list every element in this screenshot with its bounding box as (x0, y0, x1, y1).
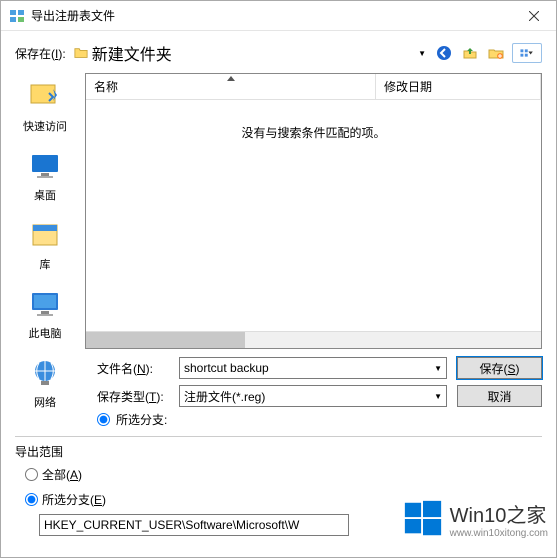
watermark-url: www.win10xitong.com (450, 528, 548, 539)
new-folder-icon (488, 45, 504, 61)
watermark: Win10之家 www.win10xitong.com (402, 498, 548, 540)
folder-icon (74, 46, 88, 60)
regedit-icon (9, 8, 25, 24)
close-button[interactable] (511, 1, 556, 31)
new-folder-button[interactable] (486, 43, 506, 63)
filename-input[interactable]: shortcut backup ▼ (179, 357, 447, 379)
network-icon (27, 355, 63, 391)
back-icon (436, 45, 452, 61)
sidebar-item-label: 网络 (34, 394, 56, 410)
export-scope-legend: 导出范围 (15, 443, 542, 460)
cancel-button[interactable]: 取消 (457, 385, 542, 407)
save-in-label: 保存在(I): (15, 45, 66, 62)
places-sidebar: 快速访问 桌面 库 此电脑 网络 (15, 73, 75, 349)
sidebar-item-desktop[interactable]: 桌面 (15, 148, 75, 203)
main-area: 快速访问 桌面 库 此电脑 网络 名称 修改日期 没有与搜索条件匹配的项。 (1, 73, 556, 349)
file-list-body[interactable]: 没有与搜索条件匹配的项。 (86, 100, 541, 331)
branch-indicator-row: 所选分支: (1, 409, 556, 434)
column-name[interactable]: 名称 (86, 74, 376, 99)
up-button[interactable] (460, 43, 480, 63)
close-icon (529, 11, 539, 21)
sidebar-item-this-pc[interactable]: 此电脑 (15, 286, 75, 341)
branch-radio-inline-label: 所选分支: (116, 411, 167, 428)
filetype-dropdown[interactable]: 注册文件(*.reg) ▼ (179, 385, 447, 407)
window-title: 导出注册表文件 (31, 7, 511, 24)
chevron-down-icon: ▼ (434, 364, 442, 373)
filetype-label: 保存类型(T): (97, 388, 169, 405)
back-button[interactable] (434, 43, 454, 63)
chevron-down-icon: ▼ (418, 49, 426, 58)
view-menu-button[interactable] (512, 43, 542, 63)
save-in-row: 保存在(I): 新建文件夹 ▼ (1, 31, 556, 73)
libraries-icon (27, 217, 63, 253)
column-headers: 名称 修改日期 (86, 74, 541, 100)
titlebar: 导出注册表文件 (1, 1, 556, 31)
sidebar-item-label: 快速访问 (23, 118, 67, 134)
chevron-down-icon: ▼ (434, 392, 442, 401)
this-pc-icon (27, 286, 63, 322)
horizontal-scrollbar[interactable] (86, 331, 541, 348)
filename-label: 文件名(N): (97, 360, 169, 377)
desktop-icon (27, 148, 63, 184)
save-button[interactable]: 保存(S) (457, 357, 542, 379)
sidebar-item-libraries[interactable]: 库 (15, 217, 75, 272)
radio-all[interactable]: 全部(A) (25, 466, 542, 483)
watermark-title: Win10之家 (450, 499, 548, 528)
quick-access-icon (27, 79, 63, 115)
save-in-dropdown[interactable]: 新建文件夹 ▼ (74, 41, 426, 65)
nav-toolbar (434, 43, 542, 63)
up-icon (462, 45, 478, 61)
empty-message: 没有与搜索条件匹配的项。 (241, 124, 385, 141)
sidebar-item-label: 此电脑 (29, 325, 62, 341)
sidebar-item-network[interactable]: 网络 (15, 355, 75, 410)
sidebar-item-quick-access[interactable]: 快速访问 (15, 79, 75, 134)
scrollbar-thumb[interactable] (86, 332, 245, 348)
save-form: 文件名(N): shortcut backup ▼ 保存(S) 保存类型(T):… (1, 349, 556, 409)
export-scope-group: 导出范围 全部(A) 所选分支(E) HKEY_CURRENT_USER\Sof… (1, 437, 556, 546)
windows-logo-icon (402, 498, 444, 540)
view-menu-icon (519, 45, 535, 61)
sidebar-item-label: 库 (40, 256, 51, 272)
sidebar-item-label: 桌面 (34, 187, 56, 203)
file-list-pane: 名称 修改日期 没有与搜索条件匹配的项。 (85, 73, 542, 349)
radio-branch-input[interactable] (25, 493, 38, 506)
radio-all-input[interactable] (25, 468, 38, 481)
branch-path-input[interactable]: HKEY_CURRENT_USER\Software\Microsoft\W (39, 514, 349, 536)
column-modified[interactable]: 修改日期 (376, 74, 541, 99)
branch-radio-inline[interactable] (97, 413, 110, 426)
